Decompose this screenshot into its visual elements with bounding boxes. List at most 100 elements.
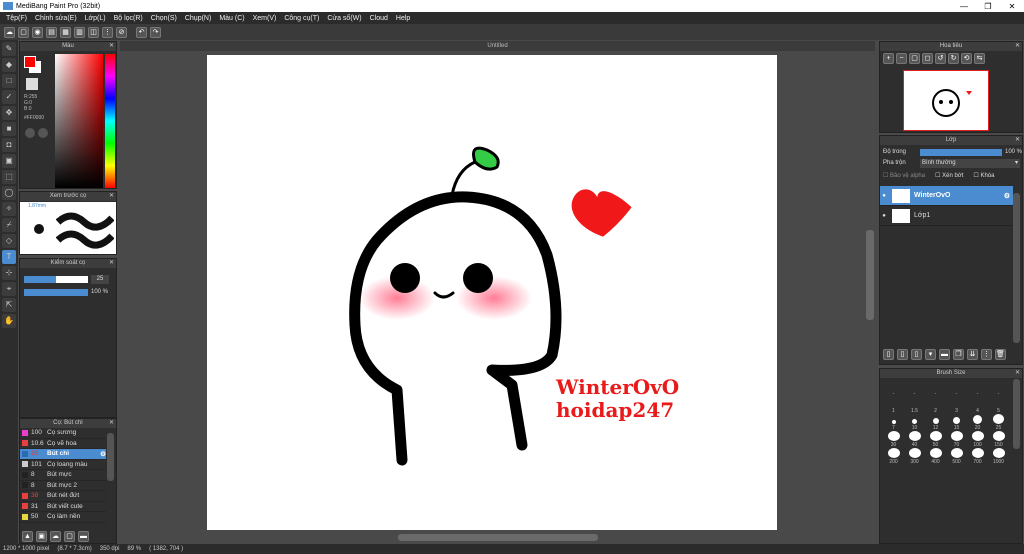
menu-select[interactable]: Chọn(S) (151, 15, 177, 22)
brush-size-value[interactable]: 25 (91, 275, 109, 284)
zoom-out-icon[interactable]: − (896, 53, 907, 64)
menu-color[interactable]: Màu (C) (219, 15, 244, 22)
fit-icon[interactable]: ▢ (909, 53, 920, 64)
select-rect-icon[interactable]: ⬚ (2, 170, 16, 184)
brush-tool-icon[interactable]: ✎ (2, 42, 16, 56)
lasso-icon[interactable]: ◯ (2, 186, 16, 200)
delete-layer-icon[interactable]: 🗑 (995, 349, 1006, 360)
menu-filter[interactable]: Bộ lọc(R) (114, 15, 143, 22)
hue-slider[interactable] (105, 54, 115, 188)
navigator-thumbnail[interactable] (903, 70, 989, 131)
layout-icon[interactable]: ▥ (74, 26, 85, 38)
rotate-right-icon[interactable]: ↻ (948, 53, 959, 64)
protect-alpha-checkbox[interactable]: ☐ Bảo vệ alpha (883, 172, 925, 179)
menu-window[interactable]: Cửa sổ(W) (327, 15, 361, 22)
hand-tool-icon[interactable]: ✋ (2, 314, 16, 328)
brush-size-option[interactable]: 3 (947, 397, 967, 414)
check-tool-icon[interactable]: ✓ (2, 90, 16, 104)
panel-close-icon[interactable]: ✕ (1015, 42, 1020, 51)
brush-size-option[interactable]: 700 (968, 448, 988, 465)
panel-close-icon[interactable]: ✕ (1015, 369, 1020, 378)
brush-opacity-slider[interactable] (24, 289, 88, 296)
move-tool-icon[interactable]: ✥ (2, 106, 16, 120)
panel-close-icon[interactable]: ✕ (109, 419, 114, 428)
visibility-icon[interactable]: ● (880, 213, 888, 219)
brush-item[interactable]: 50 Cọ làm nền (20, 512, 106, 523)
brush-size-option[interactable]: - (989, 380, 1009, 397)
new-layer-icon[interactable]: ▯ (883, 349, 894, 360)
close-button[interactable]: ✕ (1000, 2, 1024, 11)
brush-item[interactable]: 101 Cọ loang màu (20, 460, 106, 470)
menu-file[interactable]: Tệp(F) (6, 15, 27, 22)
brush-item[interactable]: 8 Bút mực 2 (20, 481, 106, 491)
new-8bit-layer-icon[interactable]: ▯ (911, 349, 922, 360)
brush-size-option[interactable]: - (884, 380, 904, 397)
brush-size-option[interactable]: 30 (884, 431, 904, 448)
menu-layer[interactable]: Lớp(L) (85, 15, 106, 22)
transparent-color-swatch[interactable] (26, 78, 38, 90)
brush-size-option[interactable]: - (905, 380, 925, 397)
brush-size-option[interactable]: 1000 (989, 448, 1009, 465)
brush-size-option[interactable]: 500 (947, 448, 967, 465)
eyedropper-icon[interactable]: ⌖ (2, 282, 16, 296)
add-brush-icon[interactable]: ▲ (22, 531, 33, 542)
brush-size-option[interactable]: 25 (989, 414, 1009, 431)
cloud-brush-icon[interactable]: ☁ (50, 531, 61, 542)
brush-item[interactable]: 8 Bút mực (20, 470, 106, 481)
copy-brush-icon[interactable]: ▣ (36, 531, 47, 542)
panel-close-icon[interactable]: ✕ (109, 259, 114, 268)
brush-size-slider[interactable] (24, 276, 88, 283)
canvas-vscrollbar[interactable] (866, 230, 874, 320)
layer-folder-icon[interactable]: ▬ (939, 349, 950, 360)
brush-size-option[interactable]: 100 (968, 431, 988, 448)
minimize-button[interactable]: — (952, 2, 976, 11)
layer-settings-icon[interactable]: ⚙ (1004, 192, 1010, 200)
menu-snap[interactable]: Chụp(N) (185, 15, 211, 22)
brush-size-option[interactable]: 5 (989, 397, 1009, 414)
brush-size-option[interactable]: 10 (905, 414, 925, 431)
tab-untitled[interactable]: Untitled (120, 41, 875, 51)
speech-bubble-icon[interactable]: ◉ (32, 26, 43, 38)
snap-icon[interactable]: ⋮ (102, 26, 113, 38)
brush-size-option[interactable]: 50 (926, 431, 946, 448)
visibility-icon[interactable]: ● (880, 193, 888, 199)
brush-size-option[interactable]: 70 (947, 431, 967, 448)
canvas-hscrollbar[interactable] (398, 534, 598, 541)
layer-item-winterovo[interactable]: ● WinterOvO ⚙ (880, 186, 1013, 206)
brush-size-option[interactable]: - (926, 380, 946, 397)
rotate-left-icon[interactable]: ↺ (935, 53, 946, 64)
actual-size-icon[interactable]: ◻ (922, 53, 933, 64)
brush-size-option[interactable]: 400 (926, 448, 946, 465)
brush-item[interactable]: 31 Bút viết cute (20, 502, 106, 512)
magic-wand-icon[interactable]: ✧ (2, 202, 16, 216)
brush-size-option[interactable]: 300 (905, 448, 925, 465)
folder-icon[interactable]: ▬ (78, 531, 89, 542)
frame-icon[interactable]: ◫ (88, 26, 99, 38)
redo-icon[interactable]: ↷ (150, 26, 161, 38)
shape-tool-icon[interactable]: □ (2, 74, 16, 88)
panel-icon[interactable]: ▤ (46, 26, 57, 38)
zoom-in-icon[interactable]: + (883, 53, 894, 64)
select-eraser-icon[interactable]: ◇ (2, 234, 16, 248)
fill-rect-tool-icon[interactable]: ■ (2, 122, 16, 136)
drawing-canvas[interactable]: WinterOvO hoidap247 (207, 55, 777, 530)
divide-tool-icon[interactable]: ⊹ (2, 266, 16, 280)
grid-icon[interactable]: ▦ (60, 26, 71, 38)
layer-scrollbar[interactable] (1013, 193, 1020, 343)
duplicate-layer-icon[interactable]: ❐ (953, 349, 964, 360)
panel-close-icon[interactable]: ✕ (109, 42, 114, 51)
brush-size-option[interactable]: 20 (968, 414, 988, 431)
layer-more-icon[interactable]: ⋮ (981, 349, 992, 360)
brush-size-scrollbar[interactable] (1013, 379, 1020, 449)
brush-size-option[interactable]: 4 (968, 397, 988, 414)
reset-rotation-icon[interactable]: ⟲ (961, 53, 972, 64)
select-pen-icon[interactable]: ⌿ (2, 218, 16, 232)
new-halftone-layer-icon[interactable]: ▯ (897, 349, 908, 360)
brush-size-option[interactable]: 150 (989, 431, 1009, 448)
gradient-tool-icon[interactable]: ▣ (2, 154, 16, 168)
layer-opacity-slider[interactable] (920, 148, 1002, 156)
panel-close-icon[interactable]: ✕ (109, 192, 114, 201)
bucket-tool-icon[interactable]: ◘ (2, 138, 16, 152)
primary-color-swatch[interactable] (24, 56, 36, 68)
lock-checkbox[interactable]: ☐ Khóa (973, 172, 994, 179)
